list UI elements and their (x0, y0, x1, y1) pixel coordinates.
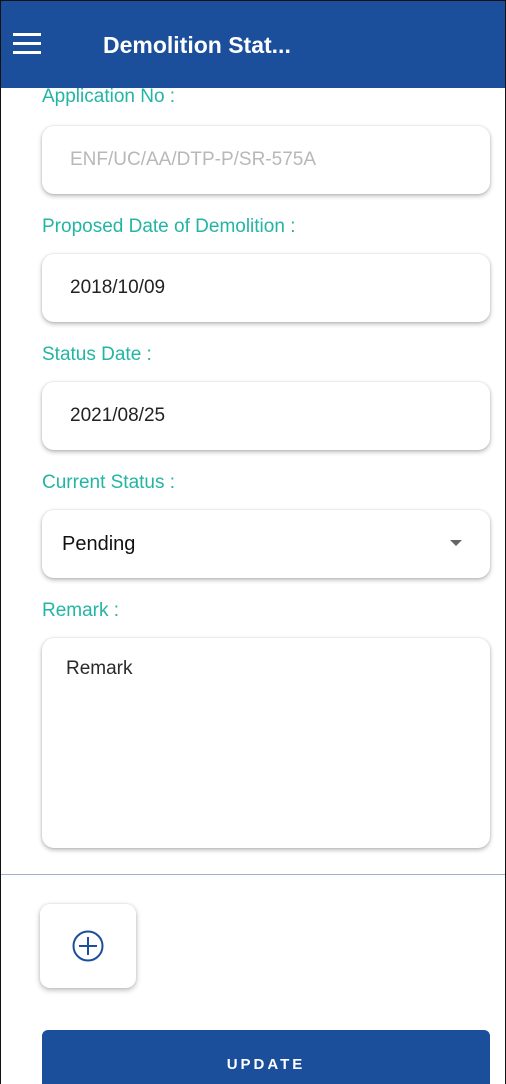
current-status-value: Pending (62, 533, 136, 555)
status-date-field[interactable] (42, 382, 490, 450)
proposed-date-field[interactable] (42, 254, 490, 322)
proposed-date-label: Proposed Date of Demolition : (42, 216, 296, 237)
current-status-select[interactable]: Pending (42, 510, 490, 578)
section-divider (1, 874, 505, 875)
application-no-input[interactable] (42, 126, 490, 194)
application-no-label: Application No : (42, 86, 176, 107)
remark-field[interactable] (42, 638, 490, 848)
add-button[interactable] (40, 904, 136, 988)
update-button[interactable]: UPDATE (42, 1030, 490, 1084)
dropdown-caret-icon (450, 540, 462, 546)
proposed-date-input[interactable] (42, 254, 490, 322)
status-date-label: Status Date : (42, 344, 152, 365)
update-button-label: UPDATE (226, 1056, 306, 1073)
page-title: Demolition Stat... (103, 32, 291, 58)
app-bar: Demolition Stat... (1, 0, 505, 88)
remark-input[interactable] (42, 638, 490, 848)
application-no-field[interactable] (42, 126, 490, 194)
hamburger-menu-icon (13, 33, 41, 54)
app-screen: Demolition Stat... Application No : Prop… (0, 0, 506, 1084)
remark-label: Remark : (42, 600, 120, 621)
current-status-label: Current Status : (42, 472, 176, 493)
plus-circle-icon (72, 930, 104, 962)
menu-button[interactable] (13, 31, 45, 59)
status-date-input[interactable] (42, 382, 490, 450)
